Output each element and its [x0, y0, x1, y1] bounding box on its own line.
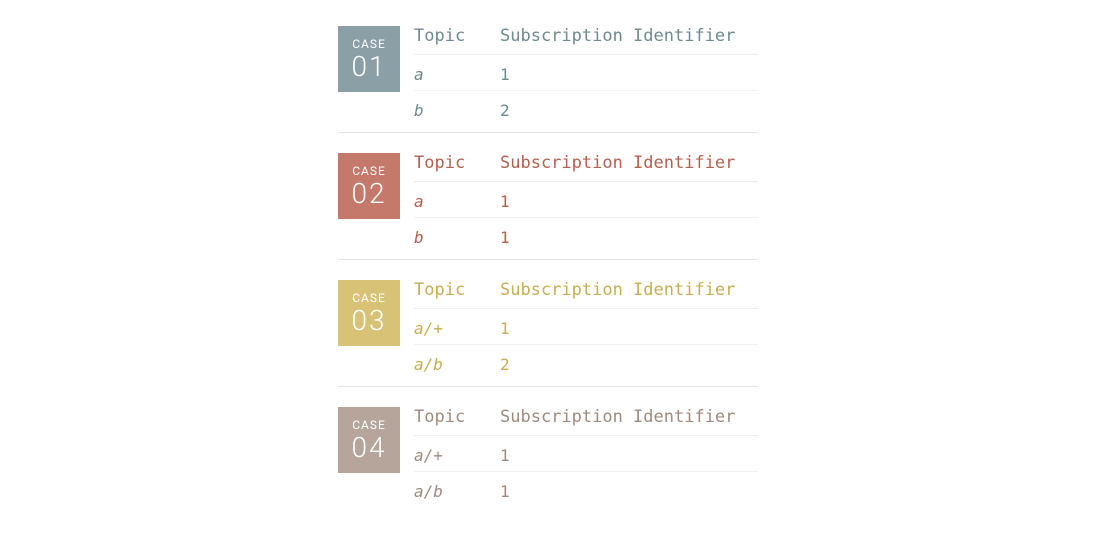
case-block: CASE 02 Topic Subscription Identifier a … — [338, 153, 758, 260]
cell-subscription-identifier: 1 — [500, 446, 758, 465]
cell-subscription-identifier: 1 — [500, 319, 758, 338]
case-table: Topic Subscription Identifier a/+ 1 a/b … — [414, 407, 758, 507]
table-row: a/+ 1 — [414, 309, 758, 344]
case-badge: CASE 03 — [338, 280, 400, 346]
badge-label: CASE — [352, 418, 386, 432]
badge-label: CASE — [352, 164, 386, 178]
table-row: a 1 — [414, 182, 758, 217]
header-subscription-identifier: Subscription Identifier — [500, 280, 758, 300]
header-subscription-identifier: Subscription Identifier — [500, 407, 758, 427]
badge-number: 03 — [351, 307, 386, 335]
header-topic: Topic — [414, 280, 500, 300]
cell-subscription-identifier: 1 — [500, 228, 758, 247]
case-table: Topic Subscription Identifier a 1 b 1 — [414, 153, 758, 253]
cell-subscription-identifier: 2 — [500, 101, 758, 120]
cell-topic: a — [414, 65, 500, 84]
badge-number: 01 — [351, 53, 386, 81]
case-table: Topic Subscription Identifier a 1 b 2 — [414, 26, 758, 126]
case-badge: CASE 04 — [338, 407, 400, 473]
cell-topic: a/+ — [414, 319, 500, 338]
cell-subscription-identifier: 1 — [500, 482, 758, 501]
case-badge: CASE 02 — [338, 153, 400, 219]
header-subscription-identifier: Subscription Identifier — [500, 153, 758, 173]
table-header: Topic Subscription Identifier — [414, 407, 758, 436]
cell-subscription-identifier: 1 — [500, 65, 758, 84]
table-row: a/b 1 — [414, 471, 758, 507]
cell-topic: a/+ — [414, 446, 500, 465]
cell-topic: a — [414, 192, 500, 211]
table-row: a 1 — [414, 55, 758, 90]
header-topic: Topic — [414, 153, 500, 173]
case-list: CASE 01 Topic Subscription Identifier a … — [338, 26, 758, 513]
cell-topic: a/b — [414, 482, 500, 501]
header-subscription-identifier: Subscription Identifier — [500, 26, 758, 46]
cell-topic: b — [414, 101, 500, 120]
badge-label: CASE — [352, 37, 386, 51]
badge-number: 02 — [351, 180, 386, 208]
cell-topic: a/b — [414, 355, 500, 374]
table-header: Topic Subscription Identifier — [414, 26, 758, 55]
cell-topic: b — [414, 228, 500, 247]
header-topic: Topic — [414, 26, 500, 46]
case-badge: CASE 01 — [338, 26, 400, 92]
header-topic: Topic — [414, 407, 500, 427]
cell-subscription-identifier: 2 — [500, 355, 758, 374]
table-row: b 2 — [414, 90, 758, 126]
cell-subscription-identifier: 1 — [500, 192, 758, 211]
badge-label: CASE — [352, 291, 386, 305]
case-block: CASE 03 Topic Subscription Identifier a/… — [338, 280, 758, 387]
table-header: Topic Subscription Identifier — [414, 153, 758, 182]
badge-number: 04 — [351, 434, 386, 462]
case-block: CASE 01 Topic Subscription Identifier a … — [338, 26, 758, 133]
table-row: a/b 2 — [414, 344, 758, 380]
case-block: CASE 04 Topic Subscription Identifier a/… — [338, 407, 758, 513]
case-table: Topic Subscription Identifier a/+ 1 a/b … — [414, 280, 758, 380]
table-row: b 1 — [414, 217, 758, 253]
table-header: Topic Subscription Identifier — [414, 280, 758, 309]
table-row: a/+ 1 — [414, 436, 758, 471]
